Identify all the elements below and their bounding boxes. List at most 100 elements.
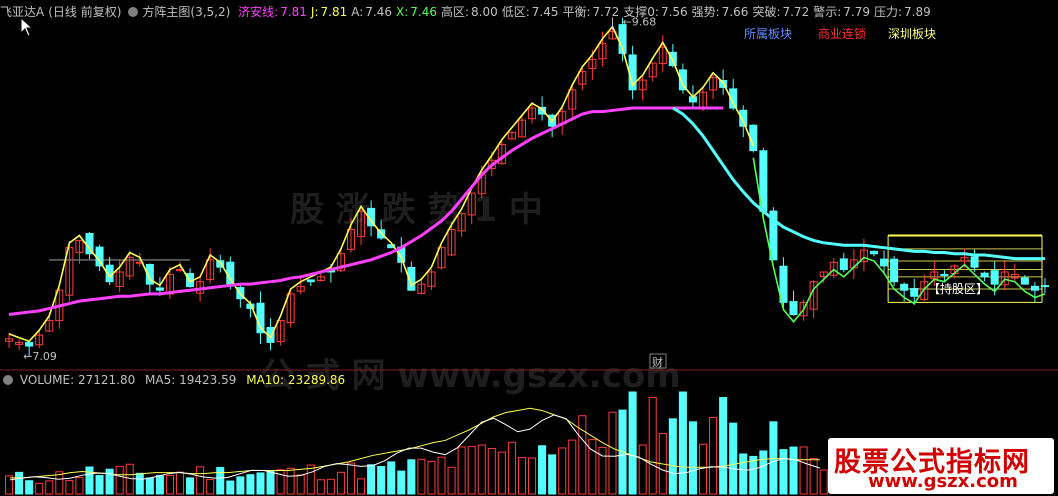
candle-body [155, 287, 164, 291]
volume-bar [256, 472, 265, 495]
volume-bar [558, 447, 567, 495]
ma10-value: 23289.86 [287, 373, 346, 387]
volume-bar [216, 466, 225, 495]
volume-bar [487, 447, 496, 495]
volume-bar [145, 477, 154, 495]
site-logo: 股票公式指标网 www.gszx.com [828, 438, 1054, 494]
candle-body [789, 301, 798, 315]
candle-body [880, 258, 889, 267]
volume-bar [799, 446, 808, 495]
volume-bar [206, 479, 215, 495]
ma10-label: MA10: [246, 373, 285, 387]
volume-label: VOLUME: [19, 373, 75, 387]
volume-header: VOLUME: 27121.80 MA5: 19423.59 MA10: 232… [0, 373, 345, 387]
volume-bar [517, 457, 526, 495]
volume-value: 27121.80 [77, 373, 136, 387]
volume-bar [568, 439, 577, 495]
volume-bar [608, 411, 617, 495]
high-price-label: ←9.68 [622, 16, 656, 29]
volume-bar [417, 458, 426, 495]
candle-body [839, 258, 848, 271]
volume-bar [377, 465, 386, 495]
volume-bar [548, 454, 557, 495]
volume-bar [326, 478, 335, 495]
ma5-value: 19423.59 [179, 373, 237, 387]
volume-bar [447, 466, 456, 495]
candle-body [970, 256, 979, 268]
volume-bar [367, 464, 376, 495]
volume-bar [165, 475, 174, 495]
volume-bar [65, 480, 74, 495]
volume-bar [25, 480, 34, 495]
volume-bar [407, 459, 416, 495]
volume-bar [226, 480, 235, 495]
volume-bar [809, 457, 818, 495]
volume-bar [115, 465, 124, 495]
volume-bar [316, 479, 325, 495]
volume-bar [175, 471, 185, 495]
volume-bar [397, 470, 406, 495]
stock-chart-window: { "header": { "stock_name": "飞亚达A", "per… [0, 0, 1058, 496]
candle-body [980, 272, 989, 278]
volume-bar [5, 475, 14, 495]
volume-bar [749, 455, 758, 495]
volume-bar [668, 418, 677, 495]
volume-bar [709, 416, 718, 495]
volume-bar [528, 457, 537, 495]
volume-bar [357, 478, 366, 495]
volume-bar [95, 475, 104, 495]
volume-bar [789, 446, 798, 495]
volume-bar [507, 441, 516, 495]
volume-bar [628, 391, 637, 495]
volume-bar [578, 415, 587, 495]
volume-bar [85, 466, 94, 495]
volume-bar [236, 476, 245, 495]
volume-bar [759, 450, 768, 495]
fin-badge-text: 财 [652, 355, 663, 369]
candle-body [25, 341, 34, 347]
volume-bar [648, 396, 657, 495]
volume-bar [45, 480, 54, 495]
holding-zone-label: 【持股区】 [928, 281, 988, 296]
candle-body [910, 287, 919, 297]
volume-bar [15, 471, 24, 495]
volume-bar [437, 456, 446, 495]
volume-bar [467, 446, 476, 495]
volume-bar [387, 461, 396, 495]
candle-body [668, 51, 677, 67]
candle-body [900, 283, 909, 291]
volume-bar [477, 444, 486, 495]
volume-bar [286, 467, 295, 495]
volume-bar [75, 477, 84, 495]
volume-bar [538, 445, 547, 495]
volume-bar [638, 444, 647, 495]
ma5-label: MA5: [145, 373, 176, 387]
candle-body [95, 246, 104, 267]
candle-body [869, 250, 879, 255]
candle-body [990, 270, 999, 285]
candle-body [1040, 285, 1049, 288]
volume-bar [769, 421, 778, 495]
volume-bar [719, 396, 728, 495]
volume-bar [457, 446, 466, 495]
volume-bar [186, 477, 195, 495]
volume-bar [739, 453, 748, 495]
candle-body [890, 258, 899, 283]
volume-bar [729, 422, 738, 495]
volume-bar [196, 466, 205, 495]
volume-bar [155, 474, 164, 495]
volume-bar [688, 421, 697, 495]
candle-body [306, 279, 315, 283]
volume-toggle-icon[interactable] [3, 375, 13, 385]
volume-bar [135, 472, 144, 495]
j-line-up [8, 25, 755, 343]
volume-bar [497, 451, 506, 495]
volume-bar [306, 464, 315, 495]
volume-bar [246, 474, 255, 495]
candle-body [1020, 277, 1029, 285]
volume-bar [819, 469, 828, 495]
candle-body [1030, 285, 1039, 291]
candle-body [940, 273, 949, 276]
volume-bar [427, 460, 436, 495]
volume-bar [346, 462, 356, 495]
